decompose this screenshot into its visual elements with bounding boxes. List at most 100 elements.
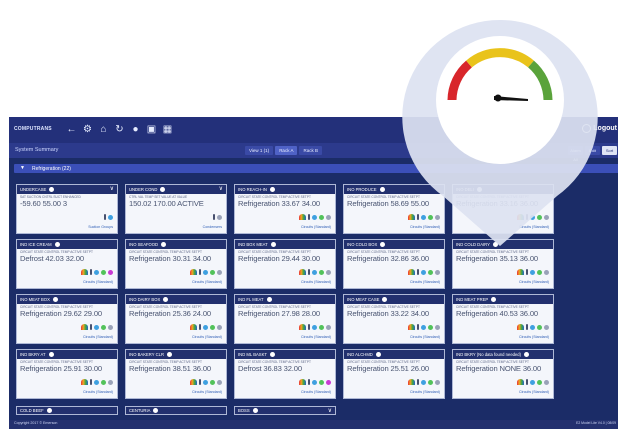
card-title-bar[interactable]: INO BAKERY CLR: [126, 350, 226, 359]
info-icon[interactable]: [269, 351, 275, 357]
card-title-bar[interactable]: INO COLD BOX: [344, 240, 444, 249]
device-card[interactable]: INO DAIRY BOX CIRCUIT STATE CONTROL TEMP …: [125, 294, 227, 344]
info-icon[interactable]: [379, 186, 385, 192]
report-icon[interactable]: ▦: [162, 124, 173, 135]
device-card[interactable]: UNDER COND ∨ CTRL VAL TEMP SET VALUE AT VA…: [125, 184, 227, 234]
info-icon[interactable]: [48, 351, 54, 357]
card-title-bar[interactable]: INO DELI: [453, 185, 553, 194]
device-card-collapsed[interactable]: CENTURIA: [125, 406, 227, 415]
info-icon[interactable]: [163, 296, 169, 302]
card-category-link[interactable]: Circuits (Standard): [519, 225, 549, 229]
info-icon[interactable]: [476, 186, 482, 192]
alarm-icon[interactable]: ●: [130, 124, 141, 135]
info-icon[interactable]: [49, 186, 55, 192]
device-card[interactable]: IND ALCHMD CIRCUIT STATE CONTROL TEMP ACT…: [343, 349, 445, 399]
device-card[interactable]: IND COLD DAIRY CIRCUIT STATE CONTROL TEMP…: [452, 239, 554, 289]
card-category-link[interactable]: Circuits (Standard): [83, 390, 113, 394]
card-title-bar[interactable]: IND FL MEAT: [235, 295, 335, 304]
device-card[interactable]: INO MEAT CASE CIRCUIT STATE CONTROL TEMP …: [343, 294, 445, 344]
info-icon[interactable]: [167, 351, 172, 357]
info-icon[interactable]: [252, 407, 258, 413]
card-title-bar[interactable]: INO DAIRY BOX: [126, 295, 226, 304]
card-title-bar[interactable]: INO PRODUCE: [344, 185, 444, 194]
device-card-collapsed[interactable]: BOSS ∨: [234, 406, 336, 415]
card-category-link[interactable]: Circuits (Standard): [519, 390, 549, 394]
card-category-link[interactable]: Circuits (Standard): [192, 390, 222, 394]
device-card[interactable]: INO PRODUCE CIRCUIT STATE CONTROL TEMP AC…: [343, 184, 445, 234]
chevron-down-icon[interactable]: ∨: [219, 185, 223, 194]
device-card[interactable]: IND ML BASKT CIRCUIT STATE CONTROL TEMP A…: [234, 349, 336, 399]
card-category-link[interactable]: Circuits (Standard): [410, 390, 440, 394]
device-card[interactable]: INO COLD BOX CIRCUIT STATE CONTROL TEMP A…: [343, 239, 445, 289]
device-card[interactable]: INO MEAT BOX CIRCUIT STATE CONTROL TEMP A…: [16, 294, 118, 344]
info-icon[interactable]: [46, 407, 52, 413]
tab-view-1[interactable]: View 1 (1): [245, 146, 274, 155]
card-category-link[interactable]: Circuits (Standard): [83, 335, 113, 339]
card-title-bar[interactable]: UNDERCASE ∨: [17, 185, 117, 194]
tab-rack-b[interactable]: Rack B: [299, 146, 322, 155]
logout-button[interactable]: Logout: [582, 124, 617, 133]
card-title-bar[interactable]: INO MEAT BOX: [17, 295, 117, 304]
info-icon[interactable]: [382, 296, 388, 302]
home-icon[interactable]: ⌂: [98, 124, 109, 135]
card-category-link[interactable]: Circuits (Standard): [83, 280, 113, 284]
device-card[interactable]: INO REACH-IN CIRCUIT STATE CONTROL TEMP A…: [234, 184, 336, 234]
card-title-bar[interactable]: IND MEAT PREP: [453, 295, 553, 304]
tab-rack-a[interactable]: Rack A: [275, 146, 298, 155]
info-icon[interactable]: [54, 241, 60, 247]
device-card[interactable]: UNDERCASE ∨ SAT SUCTION CNTRL SUCT ENHANCE…: [16, 184, 118, 234]
device-card[interactable]: IND ICE CREAM CIRCUIT STATE CONTROL TEMP …: [16, 239, 118, 289]
card-category-link[interactable]: Suction Groups: [88, 225, 113, 229]
device-card[interactable]: INO DELI CIRCUIT STATE CONTROL TEMP ACTIV…: [452, 184, 554, 234]
card-title-bar[interactable]: IND BKRY (No data found needed): [453, 350, 553, 359]
edit-button[interactable]: Edit: [585, 146, 600, 155]
card-category-link[interactable]: Circuits (Standard): [410, 280, 440, 284]
card-category-link[interactable]: Circuits (Standard): [301, 280, 331, 284]
info-icon[interactable]: [524, 351, 530, 357]
back-arrow-icon[interactable]: ←: [66, 124, 77, 135]
card-category-link[interactable]: Circuits (Standard): [192, 280, 222, 284]
card-category-link[interactable]: Circuits (Standard): [410, 225, 440, 229]
card-category-link[interactable]: Circuits (Standard): [301, 390, 331, 394]
card-title-bar[interactable]: IND ICE CREAM: [17, 240, 117, 249]
device-card-collapsed[interactable]: COLD BEEF: [16, 406, 118, 415]
refresh-icon[interactable]: ↻: [114, 124, 125, 135]
card-title-bar[interactable]: IND ML BASKT: [235, 350, 335, 359]
card-category-link[interactable]: Circuits (Standard): [192, 335, 222, 339]
info-icon[interactable]: [492, 241, 498, 247]
alarm-all-button[interactable]: Alarm All: [568, 146, 583, 162]
card-title-bar[interactable]: INO REACH-IN: [235, 185, 335, 194]
card-category-link[interactable]: Condensers: [203, 225, 222, 229]
info-icon[interactable]: [160, 186, 166, 192]
info-icon[interactable]: [269, 186, 275, 192]
card-title-bar[interactable]: INO MEAT CASE: [344, 295, 444, 304]
card-title-bar[interactable]: UNDER COND ∨: [126, 185, 226, 194]
info-icon[interactable]: [380, 241, 386, 247]
device-card[interactable]: IND BKRY (No data found needed) CIRCUIT S…: [452, 349, 554, 399]
calendar-icon[interactable]: ▣: [146, 124, 157, 135]
device-card[interactable]: IND MEAT PREP CIRCUIT STATE CONTROL TEMP …: [452, 294, 554, 344]
chevron-down-icon[interactable]: ∨: [110, 185, 114, 194]
info-icon[interactable]: [161, 241, 167, 247]
info-icon[interactable]: [270, 241, 276, 247]
group-header[interactable]: ▼ Refrigeration (22): [14, 164, 618, 173]
device-card[interactable]: IND FL MEAT CIRCUIT STATE CONTROL TEMP AC…: [234, 294, 336, 344]
device-card[interactable]: INO BAKERY CLR CIRCUIT STATE CONTROL TEMP…: [125, 349, 227, 399]
card-category-link[interactable]: Circuits (Standard): [519, 280, 549, 284]
gear-icon[interactable]: ⚙: [82, 124, 93, 135]
info-icon[interactable]: [52, 296, 58, 302]
card-category-link[interactable]: Circuits (Standard): [301, 225, 331, 229]
sort-button[interactable]: Sort: [602, 146, 617, 155]
info-icon[interactable]: [266, 296, 272, 302]
card-category-link[interactable]: Circuits (Standard): [410, 335, 440, 339]
card-title-bar[interactable]: IND BKRY AT: [17, 350, 117, 359]
chevron-down-icon[interactable]: ∨: [328, 407, 332, 415]
device-card[interactable]: INO SEAFOOD CIRCUIT STATE CONTROL TEMP AC…: [125, 239, 227, 289]
card-title-bar[interactable]: IND COLD DAIRY: [453, 240, 553, 249]
card-category-link[interactable]: Circuits (Standard): [519, 335, 549, 339]
info-icon[interactable]: [153, 407, 159, 413]
device-card[interactable]: IND BKRY AT CIRCUIT STATE CONTROL TEMP AC…: [16, 349, 118, 399]
card-category-link[interactable]: Circuits (Standard): [301, 335, 331, 339]
device-card[interactable]: IND BOX MEAT CIRCUIT STATE CONTROL TEMP A…: [234, 239, 336, 289]
info-icon[interactable]: [375, 351, 381, 357]
